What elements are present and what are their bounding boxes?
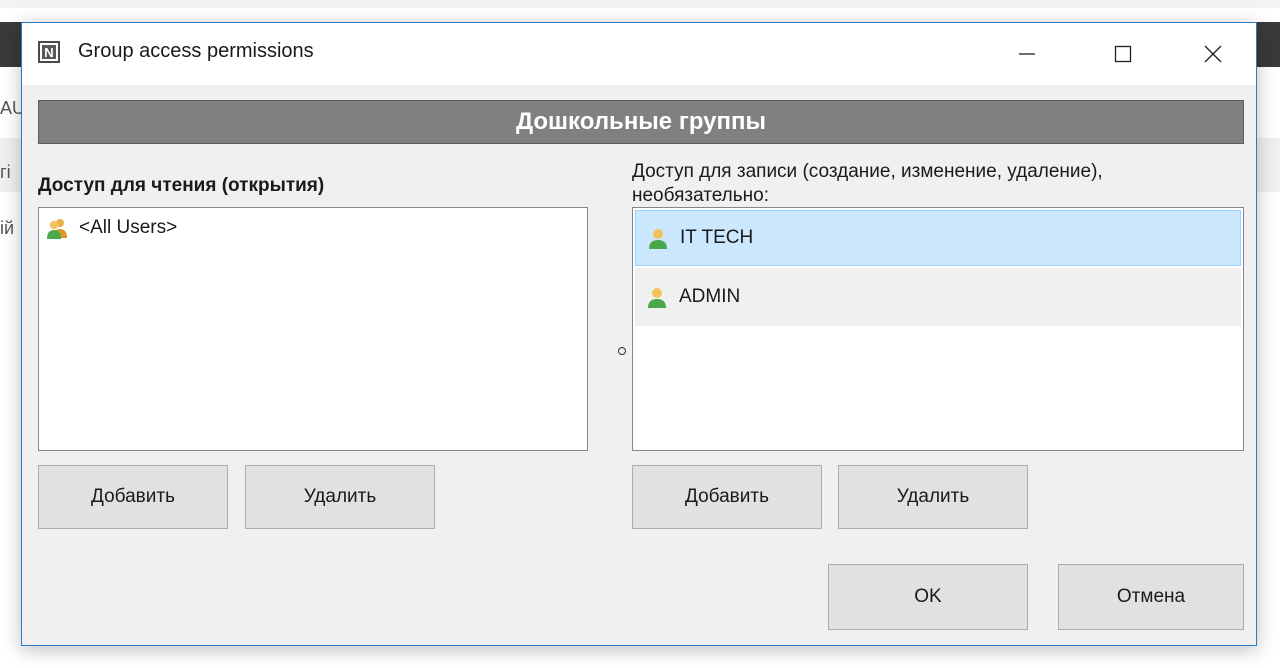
group-access-dialog: N Group access permissions Дошкольные гр…: [21, 22, 1257, 646]
user-icon: [648, 288, 666, 308]
group-title-header: Дошкольные группы: [38, 100, 1244, 144]
write-remove-button[interactable]: Удалить: [838, 465, 1028, 529]
minimize-icon: [1019, 53, 1035, 55]
ok-button[interactable]: OK: [828, 564, 1028, 630]
write-access-list[interactable]: IT TECH ADMIN: [632, 207, 1244, 451]
minimize-button[interactable]: [996, 23, 1058, 85]
background-text-2: гі: [0, 162, 11, 182]
list-item[interactable]: <All Users>: [39, 208, 587, 248]
list-item-label: IT TECH: [680, 227, 754, 248]
users-group-icon: [47, 219, 67, 239]
background-top-strip: [0, 0, 1280, 8]
close-icon: [1204, 45, 1222, 63]
background-text-3: ій: [0, 218, 15, 238]
write-access-label: Доступ для записи (создание, изменение, …: [632, 161, 1103, 206]
read-remove-button[interactable]: Удалить: [245, 465, 435, 529]
app-icon: N: [38, 41, 60, 63]
user-icon: [649, 229, 667, 249]
window-title: Group access permissions: [78, 40, 314, 62]
write-add-button[interactable]: Добавить: [632, 465, 822, 529]
maximize-icon: [1114, 45, 1132, 63]
read-add-button[interactable]: Добавить: [38, 465, 228, 529]
title-bar: N Group access permissions: [22, 23, 1256, 85]
read-access-list[interactable]: <All Users>: [38, 207, 588, 451]
list-item-label: <All Users>: [79, 217, 178, 238]
list-item-label: ADMIN: [679, 286, 741, 307]
cancel-button[interactable]: Отмена: [1058, 564, 1244, 630]
list-item[interactable]: ADMIN: [635, 268, 1241, 326]
read-access-label: Доступ для чтения (открытия): [38, 175, 325, 196]
maximize-button[interactable]: [1092, 23, 1154, 85]
close-button[interactable]: [1182, 23, 1244, 85]
list-item[interactable]: IT TECH: [635, 210, 1241, 266]
separator-dot: [618, 347, 626, 355]
